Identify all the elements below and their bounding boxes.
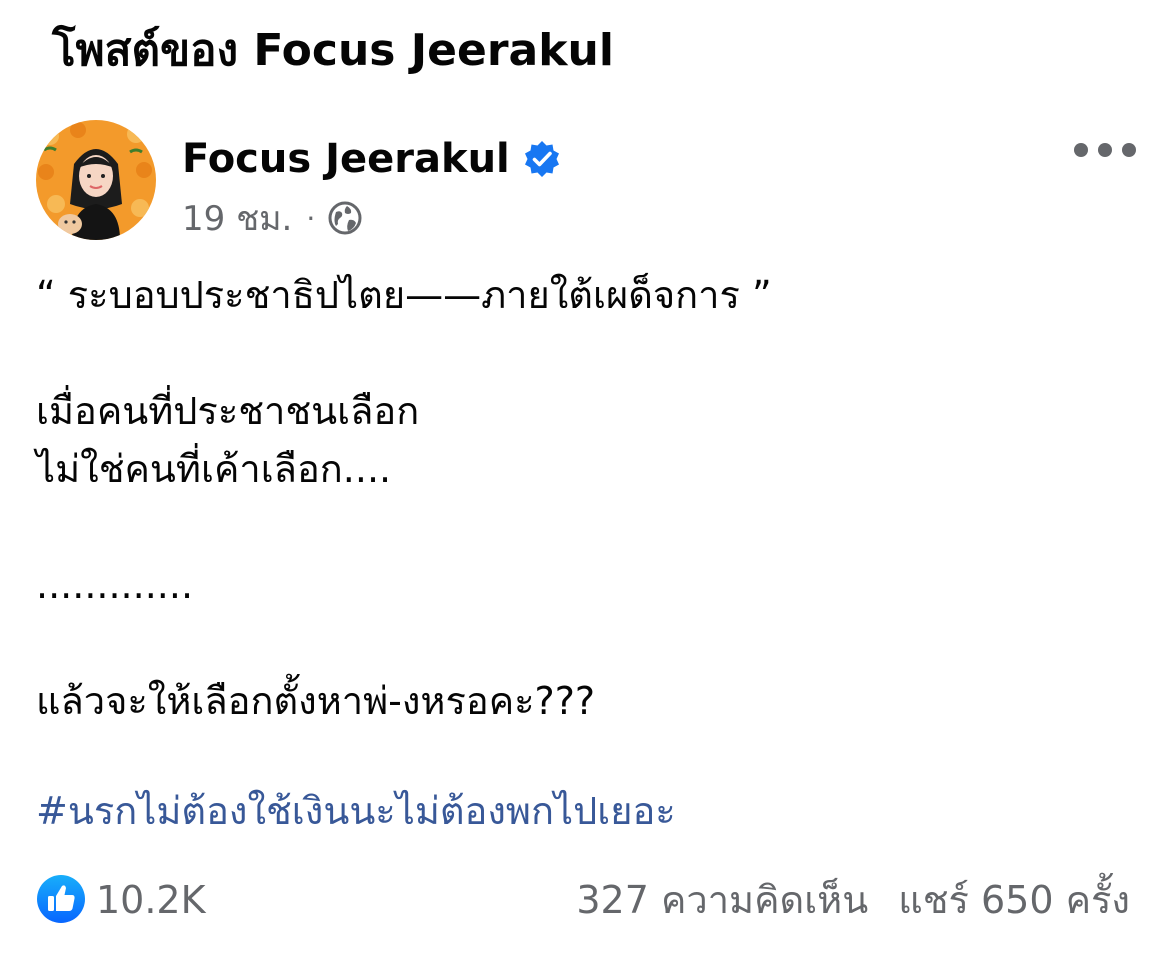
engagement-stats: 327 ความคิดเห็น แชร์ 650 ครั้ง [576,874,1130,926]
more-horizontal-icon [1122,143,1136,157]
more-options-button[interactable] [1074,132,1136,168]
page-title: โพสต์ของ Focus Jeerakul [52,25,614,76]
avatar[interactable] [36,120,156,240]
author-row: Focus Jeerakul [182,134,562,184]
post-text-line [36,498,1136,556]
verified-badge-icon [522,139,562,179]
share-count[interactable]: แชร์ 650 ครั้ง [898,874,1130,926]
post-text-line: “ ระบอบประชาธิปไตย——ภายใต้เผด็จการ ” [36,273,772,317]
post-meta: 19 ชม. · [182,196,363,240]
post-body: “ ระบอบประชาธิปไตย——ภายใต้เผด็จการ ” เมื… [36,266,1136,730]
post-text-line: เมื่อคนที่ประชาชนเลือก [36,389,420,433]
post-text-line [36,614,1136,672]
post-timestamp[interactable]: 19 ชม. [182,191,292,245]
like-count[interactable]: 10.2K [96,874,206,926]
post-text-line: ไม่ใช่คนที่เค้าเลือก.... [36,447,392,491]
comment-count[interactable]: 327 ความคิดเห็น [576,874,868,926]
more-horizontal-icon [1098,143,1112,157]
author-name[interactable]: Focus Jeerakul [182,134,510,184]
globe-icon[interactable] [327,200,363,236]
post-text-line: แล้วจะให้เลือกตั้งหาพ่-งหรอคะ??? [36,679,596,723]
like-icon[interactable] [36,874,86,924]
meta-separator: · [306,201,316,235]
more-horizontal-icon [1074,143,1088,157]
hashtag-link[interactable]: #นรกไม่ต้องใช้เงินนะไม่ต้องพกไปเยอะ [36,782,676,840]
avatar-image [36,120,156,240]
post-text-line: ............. [36,563,194,607]
post-text-line [36,324,1136,382]
